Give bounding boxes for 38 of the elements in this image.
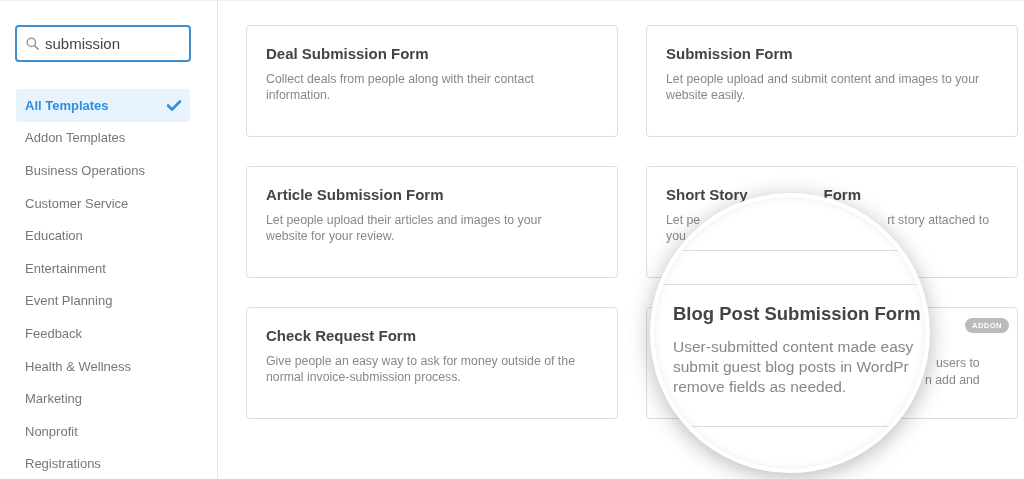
template-card[interactable]: Submission Form Let people upload and submit content and images to your website easily.: [646, 25, 1018, 137]
category-item[interactable]: Event Planning: [16, 284, 190, 318]
category-item[interactable]: Registrations: [16, 447, 190, 479]
card-description: rt story attached to: [887, 212, 989, 228]
card-description: submit guest blog posts in WordPr: [673, 357, 910, 377]
card-title: Short Story: [666, 186, 748, 203]
category-item[interactable]: Feedback: [16, 317, 190, 350]
search-field[interactable]: submission: [15, 25, 191, 62]
card-description: Let pe: [666, 212, 701, 228]
template-card[interactable]: Deal Submission Form Collect deals from people along with their contact information.: [246, 25, 618, 137]
card-description: n add and: [925, 372, 980, 389]
card-description: Let people upload their articles and images to your website for your review.: [266, 212, 543, 244]
category-item[interactable]: Marketing: [16, 382, 190, 415]
card-title: Deal Submission Form: [266, 45, 430, 62]
card-description: remove fields as needed.: [673, 377, 848, 397]
category-item[interactable]: Addon Templates: [16, 121, 190, 155]
search-icon: [26, 37, 39, 50]
template-card[interactable]: Check Request Form Give people an easy way to ask for money outside of the normal invoice-submission process.: [246, 307, 618, 419]
card-title: Article Submission Form: [266, 186, 445, 203]
card-description: Let people upload and submit content and images to your website easily.: [666, 71, 981, 103]
card-description: you: [666, 228, 687, 244]
card-description: Collect deals from people along with their contact information.: [266, 71, 535, 103]
check-icon: [167, 99, 181, 111]
card-description: users to: [935, 355, 980, 372]
card-description: Give people an easy way to ask for money outside of the normal invoice-submission process.: [266, 353, 576, 385]
category-item[interactable]: Customer Service: [16, 186, 190, 220]
category-item[interactable]: Nonprofit: [16, 414, 190, 448]
category-item[interactable]: Entertainment: [16, 251, 190, 285]
template-card[interactable]: Article Submission Form Let people upload their articles and images to your website for your review.: [246, 166, 618, 278]
card-title: Submission Form: [666, 45, 794, 62]
card-title: Blog Post Submission Form: [673, 303, 922, 325]
card-description: User-submitted content made easy: [673, 337, 915, 357]
card-title: Form: [823, 186, 861, 203]
category-item[interactable]: Business Operations: [16, 154, 190, 187]
category-item[interactable]: Health & Wellness: [16, 349, 190, 383]
category-item[interactable]: All Templates: [16, 89, 190, 122]
category-item[interactable]: Education: [16, 219, 190, 252]
card-title: Check Request Form: [266, 327, 418, 344]
